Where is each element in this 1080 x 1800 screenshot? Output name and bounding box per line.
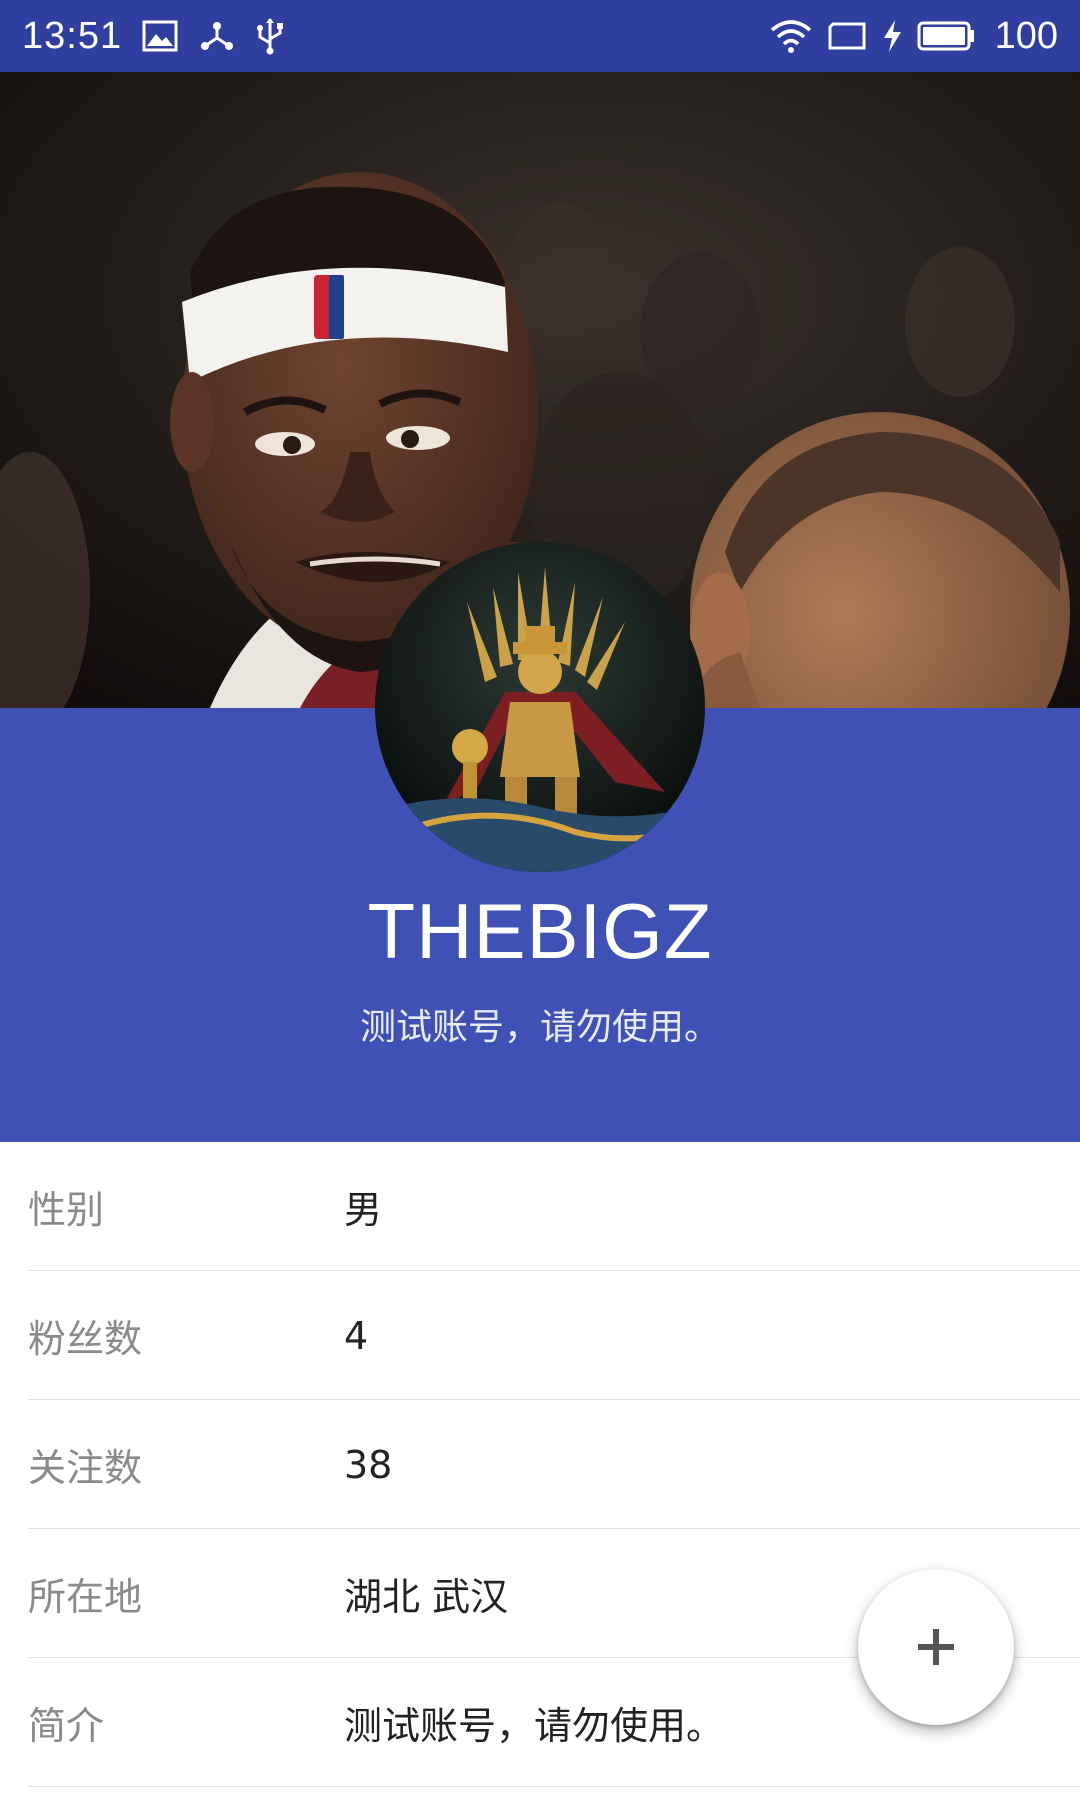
battery-level-text: 100: [994, 14, 1058, 57]
info-value: 4: [344, 1313, 369, 1358]
profile-bio: 测试账号，请勿使用。: [359, 1007, 720, 1048]
info-value: 测试账号，请勿使用。: [344, 1704, 725, 1748]
info-value: 男: [344, 1188, 383, 1232]
add-fab-button[interactable]: [858, 1569, 1014, 1725]
info-row-gender: 性别 男: [0, 1142, 1080, 1271]
charging-icon: [883, 20, 901, 52]
info-label: 所在地: [28, 1575, 143, 1619]
info-value: 38: [344, 1442, 393, 1487]
info-value: 湖北 武汉: [344, 1575, 509, 1619]
status-left-icons: [142, 17, 284, 55]
username: THEBIGZ: [367, 887, 713, 975]
info-row-following: 关注数 38: [0, 1400, 1080, 1529]
status-time: 13:51: [22, 14, 123, 57]
info-label: 简介: [28, 1704, 105, 1748]
battery-icon: [917, 21, 974, 51]
status-bar: 13:51 100: [0, 0, 1080, 72]
info-row-followers: 粉丝数 4: [0, 1271, 1080, 1400]
info-label: 关注数: [28, 1446, 143, 1490]
status-right-icons: 100: [769, 15, 1058, 58]
avatar[interactable]: [375, 542, 705, 872]
screen-rotate-icon: [828, 22, 866, 50]
info-label: 粉丝数: [28, 1317, 143, 1361]
share-network-icon: [201, 22, 234, 50]
image-icon: [142, 20, 178, 52]
info-label: 性别: [28, 1188, 105, 1232]
plus-icon: [918, 1629, 954, 1665]
usb-icon: [257, 18, 284, 55]
wifi-icon: [770, 20, 811, 53]
